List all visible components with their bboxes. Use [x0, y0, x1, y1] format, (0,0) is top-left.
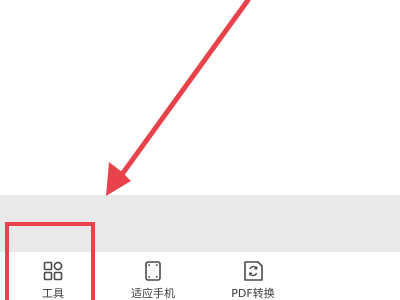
grid-icon — [43, 261, 63, 281]
tools-button[interactable]: 工具 — [28, 252, 78, 300]
bottom-toolbar: 工具 适应手机 PDF转换 — [0, 252, 400, 300]
fit-phone-label: 适应手机 — [131, 287, 175, 300]
pdf-convert-button[interactable]: PDF转换 — [220, 252, 286, 300]
tools-label: 工具 — [42, 287, 64, 300]
pdf-convert-icon — [242, 261, 264, 281]
fit-phone-button[interactable]: 适应手机 — [118, 252, 188, 300]
pdf-convert-label: PDF转换 — [231, 287, 275, 300]
content-area-bottom — [0, 195, 400, 252]
screenshot-stage: 工具 适应手机 PDF转换 — [0, 0, 400, 300]
phone-fit-icon — [144, 261, 162, 281]
